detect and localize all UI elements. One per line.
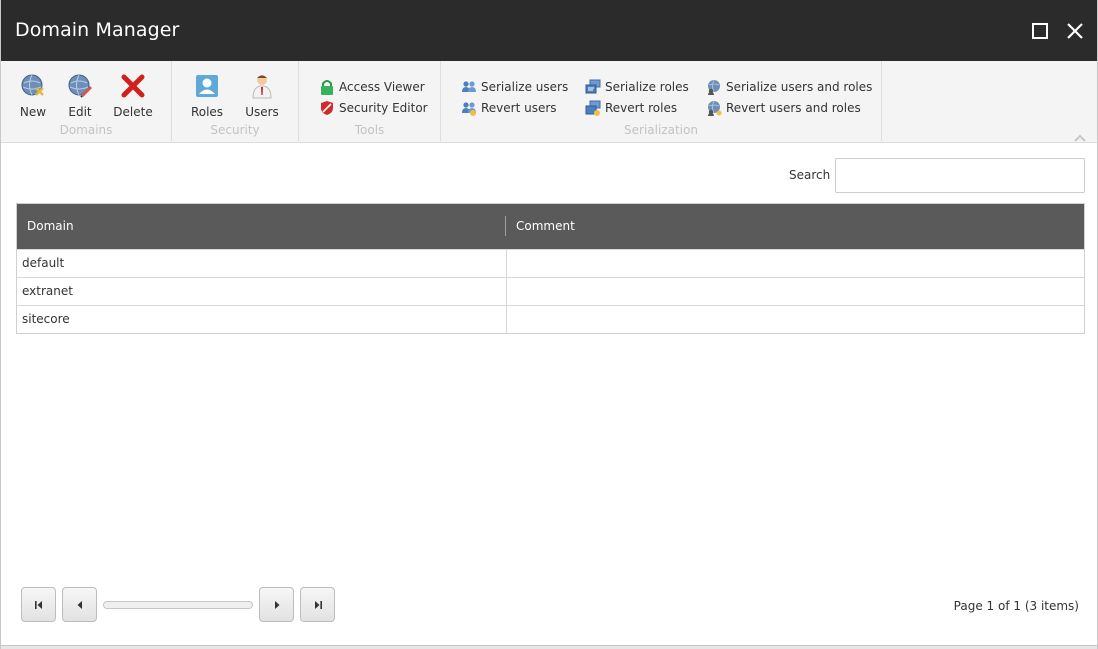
revert-users-label: Revert users bbox=[481, 101, 557, 115]
delete-button-label: Delete bbox=[113, 105, 153, 119]
globe-users-revert-icon bbox=[706, 100, 722, 116]
users-revert-icon bbox=[461, 100, 477, 116]
revert-users-and-roles-label: Revert users and roles bbox=[726, 101, 861, 115]
next-page-button[interactable] bbox=[259, 587, 294, 622]
comment-cell bbox=[506, 306, 1085, 333]
revert-roles-button[interactable]: Revert roles bbox=[585, 100, 677, 116]
serialize-roles-label: Serialize roles bbox=[605, 80, 689, 94]
delete-x-icon bbox=[120, 73, 146, 99]
new-domain-button[interactable]: New bbox=[17, 73, 49, 119]
domain-manager-window: Domain Manager New Edit Delete Domains R… bbox=[0, 0, 1098, 649]
access-viewer-button[interactable]: Access Viewer bbox=[319, 79, 425, 95]
users-icon bbox=[461, 79, 477, 95]
roles-revert-icon bbox=[585, 100, 601, 116]
title-bar: Domain Manager bbox=[1, 0, 1097, 61]
column-header-comment[interactable]: Comment bbox=[506, 204, 1085, 249]
group-label-serialization: Serialization bbox=[624, 123, 698, 137]
comment-cell bbox=[506, 278, 1085, 305]
comment-cell bbox=[506, 250, 1085, 277]
ribbon-group-tools: Access Viewer Security Editor Tools bbox=[299, 61, 441, 141]
serialize-roles-button[interactable]: Serialize roles bbox=[585, 79, 689, 95]
close-icon[interactable] bbox=[1064, 20, 1086, 42]
group-label-domains: Domains bbox=[59, 123, 113, 137]
revert-roles-label: Revert roles bbox=[605, 101, 678, 115]
collapse-ribbon-icon[interactable] bbox=[1073, 128, 1087, 142]
globe-users-icon bbox=[706, 79, 722, 95]
window-title: Domain Manager bbox=[15, 19, 180, 41]
users-button-label: Users bbox=[245, 105, 279, 119]
ribbon-toolbar: New Edit Delete Domains Roles Users Secu… bbox=[1, 61, 1097, 143]
serialize-users-button[interactable]: Serialize users bbox=[461, 79, 568, 95]
ribbon-group-security: Roles Users Security bbox=[172, 61, 299, 141]
access-viewer-label: Access Viewer bbox=[339, 80, 425, 94]
roles-button[interactable]: Roles bbox=[190, 73, 224, 119]
new-button-label: New bbox=[19, 105, 47, 119]
revert-users-button[interactable]: Revert users bbox=[461, 100, 557, 116]
domain-cell: default bbox=[22, 256, 65, 270]
group-label-tools: Tools bbox=[354, 123, 385, 137]
table-header: Domain Comment bbox=[17, 204, 1084, 249]
shield-icon bbox=[319, 100, 335, 116]
delete-domain-button[interactable]: Delete bbox=[112, 73, 154, 119]
column-header-domain[interactable]: Domain bbox=[17, 204, 505, 249]
page-slider[interactable] bbox=[103, 601, 253, 609]
globe-new-icon bbox=[20, 73, 46, 99]
serialize-users-label: Serialize users bbox=[481, 80, 569, 94]
table-row[interactable]: default bbox=[17, 249, 1084, 277]
serialize-users-and-roles-label: Serialize users and roles bbox=[726, 80, 873, 94]
group-label-security: Security bbox=[210, 123, 260, 137]
table-row[interactable]: extranet bbox=[17, 277, 1084, 305]
security-editor-label: Security Editor bbox=[339, 101, 428, 115]
roles-icon bbox=[585, 79, 601, 95]
bottom-strip bbox=[1, 645, 1097, 649]
globe-edit-icon bbox=[67, 73, 93, 99]
roles-button-label: Roles bbox=[190, 105, 224, 119]
domain-cell: extranet bbox=[22, 284, 73, 298]
page-info: Page 1 of 1 (3 items) bbox=[953, 599, 1079, 613]
domain-cell: sitecore bbox=[22, 312, 70, 326]
serialize-users-and-roles-button[interactable]: Serialize users and roles bbox=[706, 79, 872, 95]
role-card-icon bbox=[194, 73, 220, 99]
edit-domain-button[interactable]: Edit bbox=[65, 73, 95, 119]
table-row[interactable]: sitecore bbox=[17, 305, 1084, 333]
security-editor-button[interactable]: Security Editor bbox=[319, 100, 428, 116]
ribbon-group-domains: New Edit Delete Domains bbox=[1, 61, 172, 141]
maximize-icon[interactable] bbox=[1029, 20, 1051, 42]
ribbon-group-serialization: Serialize users Revert users Serialize r… bbox=[441, 61, 882, 141]
revert-users-and-roles-button[interactable]: Revert users and roles bbox=[706, 100, 861, 116]
last-page-button[interactable] bbox=[300, 587, 335, 622]
first-page-button[interactable] bbox=[21, 587, 56, 622]
prev-page-button[interactable] bbox=[62, 587, 97, 622]
lock-icon bbox=[319, 79, 335, 95]
users-button[interactable]: Users bbox=[244, 73, 280, 119]
search-label: Search bbox=[789, 168, 831, 182]
edit-button-label: Edit bbox=[68, 105, 92, 119]
domains-table: Domain Comment default extranet sitecore bbox=[16, 203, 1085, 334]
search-input[interactable] bbox=[835, 158, 1085, 193]
user-icon bbox=[249, 73, 275, 99]
